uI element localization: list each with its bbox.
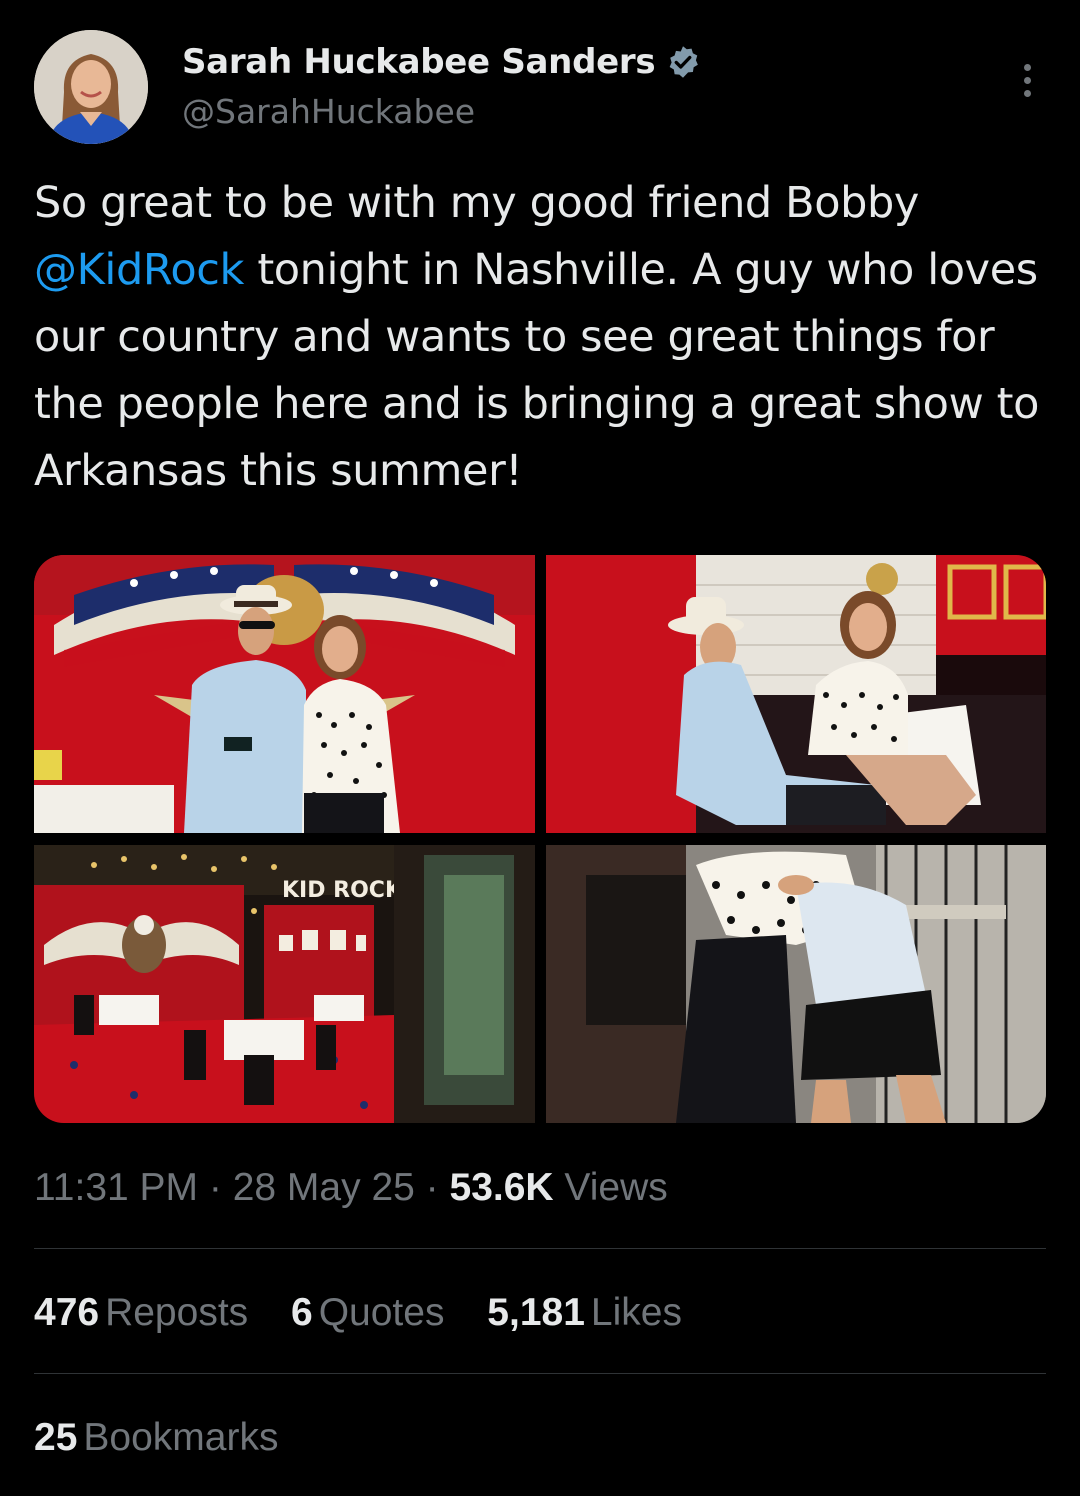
bookmarks-count: 25 [34,1416,78,1459]
tweet-text-part: So great to be with my good friend Bobby [34,178,919,228]
avatar[interactable] [34,30,148,144]
mention-link[interactable]: @KidRock [34,245,244,295]
tweet-date[interactable]: 28 May 25 [233,1166,415,1209]
quotes-count: 6 [291,1291,313,1334]
quotes-label: Quotes [318,1291,445,1334]
reposts-stat[interactable]: 476 Reposts [34,1291,248,1335]
tweet-header: Sarah Huckabee Sanders @SarahHuckabee [34,30,1046,150]
likes-label: Likes [590,1291,682,1334]
photo-2[interactable] [546,555,1046,833]
profile-photo-icon [34,30,148,144]
tweet-text: So great to be with my good friend Bobby… [34,170,1044,505]
meta-separator: · [414,1166,450,1209]
media-grid: KID ROCK'S [34,555,1046,1123]
photo-4[interactable] [546,845,1046,1123]
meta-separator: · [198,1166,233,1209]
more-options-icon[interactable] [1024,64,1032,104]
bookmarks-label: Bookmarks [83,1416,279,1459]
views-count: 53.6K [449,1166,554,1209]
photo-1[interactable] [34,555,535,833]
display-name-row: Sarah Huckabee Sanders [182,40,701,84]
views-label: Views [553,1166,668,1209]
divider [34,1248,1046,1249]
tweet-time[interactable]: 11:31 PM [34,1166,198,1209]
likes-stat[interactable]: 5,181 Likes [487,1291,682,1335]
photo-3[interactable]: KID ROCK'S [34,845,535,1123]
display-name[interactable]: Sarah Huckabee Sanders [182,42,656,82]
divider [34,1373,1046,1374]
likes-count: 5,181 [487,1291,585,1334]
verified-badge-icon[interactable] [665,44,701,80]
engagement-stats: 476 Reposts 6 Quotes 5,181 Likes [34,1291,714,1335]
quotes-stat[interactable]: 6 Quotes [291,1291,444,1335]
reposts-label: Reposts [105,1291,249,1334]
tweet-meta: 11:31 PM · 28 May 25 · 53.6K Views [34,1166,668,1210]
author-handle[interactable]: @SarahHuckabee [182,92,701,131]
reposts-count: 476 [34,1291,100,1334]
bookmarks-stat[interactable]: 25 Bookmarks [34,1416,278,1460]
author-info: Sarah Huckabee Sanders @SarahHuckabee [182,40,701,131]
